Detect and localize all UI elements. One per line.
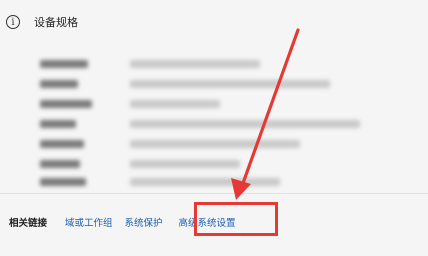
settings-panel: i 设备规格 相关链接 域或工作组 系统保护 高级系统设置 <box>0 0 428 256</box>
arrow-shaft <box>240 28 300 188</box>
arrow-head <box>231 178 251 200</box>
arrow-icon <box>231 28 300 200</box>
